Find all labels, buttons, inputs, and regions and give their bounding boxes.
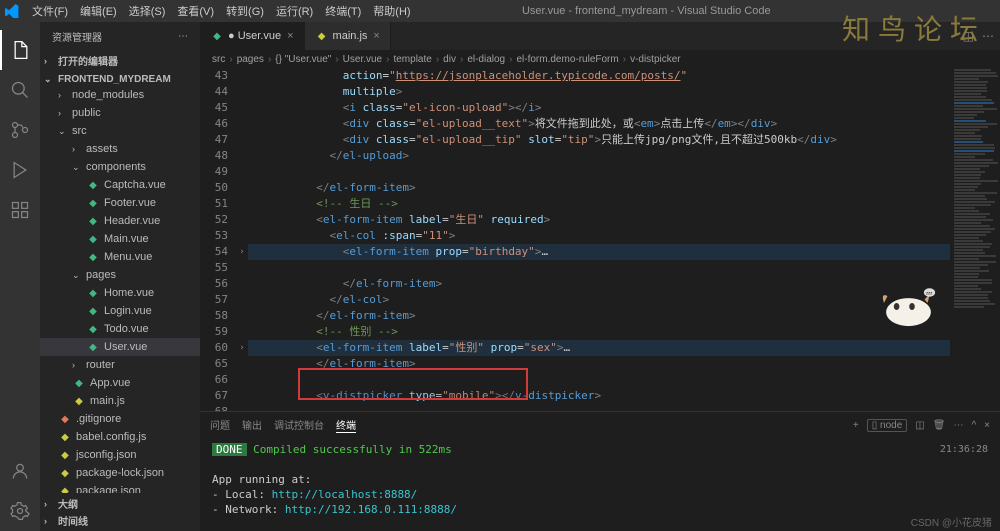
menu-items: 文件(F)编辑(E)选择(S)查看(V)转到(G)运行(R)终端(T)帮助(H) [26,3,417,19]
code-content[interactable]: action="https://jsonplaceholder.typicode… [248,68,950,411]
menubar: 文件(F)编辑(E)选择(S)查看(V)转到(G)运行(R)终端(T)帮助(H)… [0,0,1000,22]
menu-item[interactable]: 选择(S) [123,6,172,18]
vscode-logo-icon [4,3,20,19]
fold-column[interactable]: ›››› [236,68,248,411]
terminal-panel: 问题输出调试控制台终端 + ▯ node ◫ 🗑 ⋯ ^ × DONE Comp… [200,411,1000,531]
breadcrumb-item[interactable]: el-dialog [467,54,505,65]
breadcrumb[interactable]: src›pages›{} "User.vue"›User.vue›templat… [200,50,1000,68]
folder-item[interactable]: ›node_modules [40,86,200,104]
file-item[interactable]: ◆Todo.vue [40,320,200,338]
file-item[interactable]: ◆Home.vue [40,284,200,302]
open-editors-section[interactable]: ›打开的编辑器 [40,52,200,69]
terminal-plus-icon[interactable]: + [853,420,859,431]
folder-item[interactable]: ›public [40,104,200,122]
menu-item[interactable]: 终端(T) [319,6,367,18]
settings-icon[interactable] [0,491,40,531]
file-item[interactable]: ◆Main.vue [40,230,200,248]
more-icon[interactable]: ⋯ [953,420,963,431]
outline-section[interactable]: ›大纲 [40,495,200,512]
file-item[interactable]: ◆package.json [40,482,200,493]
folder-item[interactable]: ›router [40,356,200,374]
breadcrumb-item[interactable]: pages [237,54,264,65]
breadcrumb-item[interactable]: v-distpicker [630,54,681,65]
editor-tabs: ◆● User.vue×◆main.js× ◫ ⋯ [200,22,1000,50]
folder-item[interactable]: ⌄src [40,122,200,140]
file-item[interactable]: ◆babel.config.js [40,428,200,446]
close-icon[interactable]: × [287,30,293,42]
search-icon[interactable] [0,70,40,110]
minimap[interactable] [950,68,1000,411]
chevron-up-icon[interactable]: ^ [971,420,976,431]
editor: ◆● User.vue×◆main.js× ◫ ⋯ src›pages›{} "… [200,22,1000,531]
timeline-section[interactable]: ›时间线 [40,512,200,529]
breadcrumb-item[interactable]: el-form.demo-ruleForm [516,54,618,65]
menu-item[interactable]: 转到(G) [220,6,270,18]
file-item[interactable]: ◆App.vue [40,374,200,392]
menu-item[interactable]: 运行(R) [270,6,319,18]
file-item[interactable]: ◆Menu.vue [40,248,200,266]
sidebar-title: 资源管理器 [52,29,102,44]
breadcrumb-item[interactable]: template [393,54,431,65]
folder-item[interactable]: ⌄pages [40,266,200,284]
run-debug-icon[interactable] [0,150,40,190]
window-title: User.vue - frontend_mydream - Visual Stu… [417,5,876,17]
menu-item[interactable]: 编辑(E) [74,6,123,18]
menu-item[interactable]: 帮助(H) [367,6,416,18]
source-control-icon[interactable] [0,110,40,150]
terminal-tab[interactable]: 终端 [336,417,356,433]
extensions-icon[interactable] [0,190,40,230]
breadcrumb-item[interactable]: {} "User.vue" [275,54,331,65]
trash-icon[interactable]: 🗑 [933,420,946,431]
file-item[interactable]: ◆main.js [40,392,200,410]
file-item[interactable]: ◆User.vue [40,338,200,356]
csdn-attribution: CSDN @小花皮猪 [911,514,992,529]
breadcrumb-item[interactable]: div [443,54,456,65]
editor-tab[interactable]: ◆main.js× [305,22,391,50]
close-icon[interactable]: × [373,30,379,42]
terminal-dropdown[interactable]: ▯ node [867,419,908,432]
breadcrumb-item[interactable]: User.vue [343,54,382,65]
file-item[interactable]: ◆Captcha.vue [40,176,200,194]
file-item[interactable]: ◆Footer.vue [40,194,200,212]
account-icon[interactable] [0,451,40,491]
more-icon[interactable]: ⋯ [178,31,188,42]
explorer-icon[interactable] [0,30,40,70]
folder-item[interactable]: ⌄components [40,158,200,176]
editor-tab[interactable]: ◆● User.vue× [200,22,305,50]
line-gutter: 4344454647484950515253545556575859606566… [200,68,236,411]
folder-item[interactable]: ›assets [40,140,200,158]
menu-item[interactable]: 查看(V) [171,6,220,18]
menu-item[interactable]: 文件(F) [26,6,74,18]
breadcrumb-item[interactable]: src [212,54,225,65]
file-item[interactable]: ◆Login.vue [40,302,200,320]
activity-bar [0,22,40,531]
file-item[interactable]: ◆package-lock.json [40,464,200,482]
terminal-tab[interactable]: 输出 [242,417,262,433]
file-tree: ›node_modules›public⌄src›assets⌄componen… [40,86,200,493]
file-item[interactable]: ◆Header.vue [40,212,200,230]
more-icon[interactable]: ⋯ [982,29,994,43]
project-section[interactable]: ⌄FRONTEND_MYDREAM [40,73,200,86]
file-item[interactable]: ◆jsconfig.json [40,446,200,464]
terminal-output[interactable]: DONE Compiled successfully in 522ms 21:3… [200,438,1000,531]
terminal-tab[interactable]: 问题 [210,417,230,433]
split-terminal-icon[interactable]: ◫ [915,420,924,431]
split-editor-icon[interactable]: ◫ [963,29,974,43]
close-panel-icon[interactable]: × [984,420,990,431]
file-item[interactable]: ◆.gitignore [40,410,200,428]
terminal-tab[interactable]: 调试控制台 [274,417,324,433]
code-area[interactable]: 4344454647484950515253545556575859606566… [200,68,1000,411]
sidebar: 资源管理器 ⋯ ›打开的编辑器 ⌄FRONTEND_MYDREAM ›node_… [40,22,200,531]
